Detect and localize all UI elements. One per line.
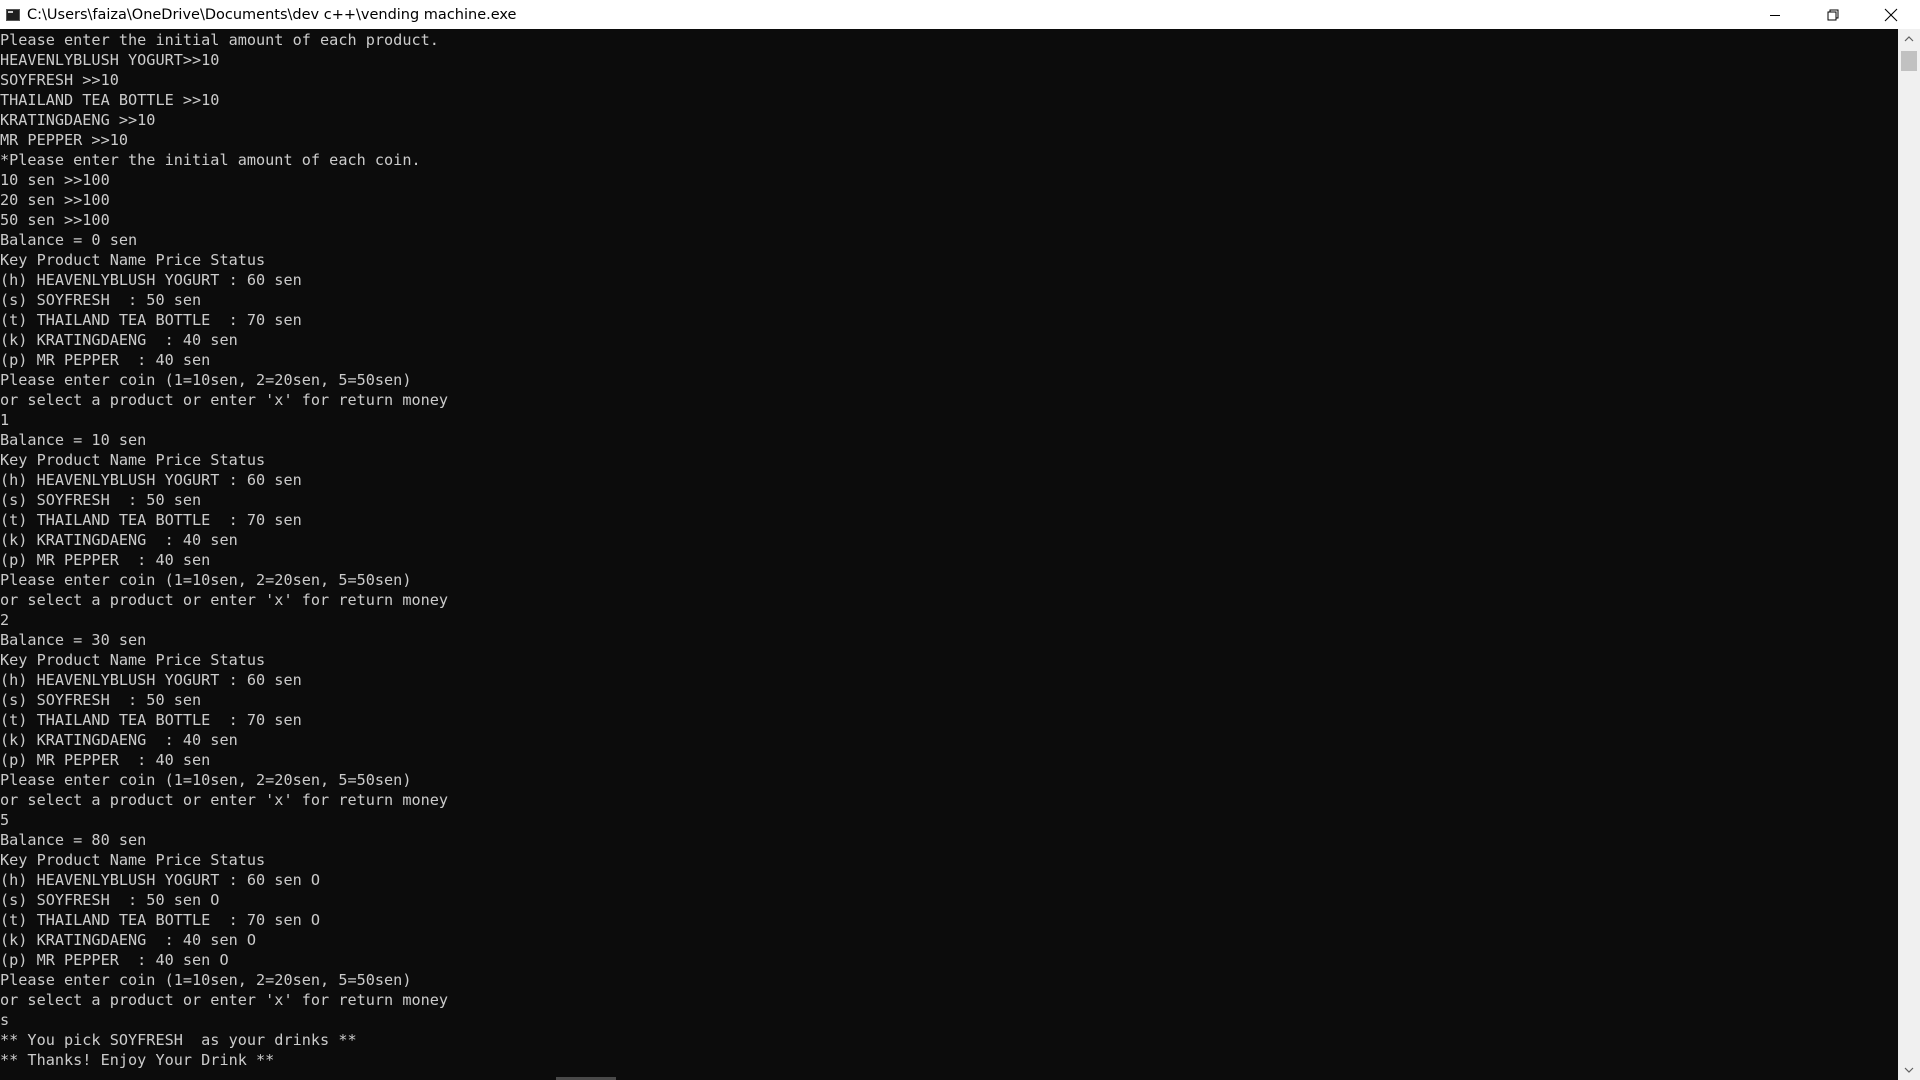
console-line: THAILAND TEA BOTTLE >>10 — [0, 91, 220, 109]
console-line: ** You pick SOYFRESH as your drinks ** — [0, 1031, 357, 1049]
restore-icon — [1827, 9, 1839, 20]
console-line: (p) MR PEPPER : 40 sen — [0, 551, 211, 569]
console-line: (k) KRATINGDAENG : 40 sen O — [0, 931, 257, 949]
console-line: ** Thanks! Enjoy Your Drink ** — [0, 1051, 275, 1069]
console-line: (t) THAILAND TEA BOTTLE : 70 sen — [0, 311, 302, 329]
console-line: 10 sen >>100 — [0, 171, 110, 189]
console-line: or select a product or enter 'x' for ret… — [0, 791, 449, 809]
console-line: 50 sen >>100 — [0, 211, 110, 229]
console-line: (s) SOYFRESH : 50 sen — [0, 691, 202, 709]
console-line: 2 — [0, 611, 10, 629]
console-line: (s) SOYFRESH : 50 sen O — [0, 891, 220, 909]
minimize-button[interactable] — [1746, 0, 1804, 29]
console-line: (h) HEAVENLYBLUSH YOGURT : 60 sen — [0, 671, 302, 689]
console-line: Please enter coin (1=10sen, 2=20sen, 5=5… — [0, 971, 412, 989]
console-line: (s) SOYFRESH : 50 sen — [0, 491, 202, 509]
console-line: SOYFRESH >>10 — [0, 71, 119, 89]
console-app-icon[interactable] — [6, 8, 20, 21]
console-line: or select a product or enter 'x' for ret… — [0, 591, 449, 609]
console-line: s — [0, 1011, 10, 1029]
console-line: Please enter coin (1=10sen, 2=20sen, 5=5… — [0, 771, 412, 789]
console-line: (h) HEAVENLYBLUSH YOGURT : 60 sen — [0, 271, 302, 289]
console-line: Balance = 30 sen — [0, 631, 147, 649]
console-output[interactable]: Please enter the initial amount of each … — [0, 29, 1898, 1080]
title-bar[interactable]: C:\Users\faiza\OneDrive\Documents\dev c+… — [0, 0, 1920, 30]
console-line: (p) MR PEPPER : 40 sen — [0, 351, 211, 369]
console-line: (t) THAILAND TEA BOTTLE : 70 sen — [0, 511, 302, 529]
restore-button[interactable] — [1804, 0, 1862, 29]
console-line: Key Product Name Price Status — [0, 851, 266, 869]
console-line: Balance = 0 sen — [0, 231, 138, 249]
scroll-up-arrow-icon — [1904, 36, 1914, 42]
console-line: Balance = 10 sen — [0, 431, 147, 449]
console-lines: Please enter the initial amount of each … — [0, 29, 1898, 1070]
console-line: (t) THAILAND TEA BOTTLE : 70 sen — [0, 711, 302, 729]
console-line: (s) SOYFRESH : 50 sen — [0, 291, 202, 309]
console-line: (k) KRATINGDAENG : 40 sen — [0, 331, 238, 349]
console-line: KRATINGDAENG >>10 — [0, 111, 156, 129]
console-line: Please enter the initial amount of each … — [0, 31, 439, 49]
console-line: (t) THAILAND TEA BOTTLE : 70 sen O — [0, 911, 321, 929]
window-title: C:\Users\faiza\OneDrive\Documents\dev c+… — [27, 6, 517, 23]
console-line: (p) MR PEPPER : 40 sen — [0, 751, 211, 769]
console-line: Please enter coin (1=10sen, 2=20sen, 5=5… — [0, 371, 412, 389]
console-line: or select a product or enter 'x' for ret… — [0, 391, 449, 409]
console-line: Key Product Name Price Status — [0, 451, 266, 469]
close-icon — [1884, 8, 1898, 21]
console-line: or select a product or enter 'x' for ret… — [0, 991, 449, 1009]
minimize-icon — [1770, 14, 1780, 16]
scroll-up-button[interactable] — [1898, 29, 1920, 49]
scroll-down-arrow-icon — [1904, 1067, 1914, 1073]
console-line: (k) KRATINGDAENG : 40 sen — [0, 531, 238, 549]
console-line: Please enter coin (1=10sen, 2=20sen, 5=5… — [0, 571, 412, 589]
console-line: Key Product Name Price Status — [0, 251, 266, 269]
console-line: 5 — [0, 811, 10, 829]
window-controls — [1746, 0, 1920, 29]
console-line: 1 — [0, 411, 10, 429]
console-line: HEAVENLYBLUSH YOGURT>>10 — [0, 51, 220, 69]
console-line: Balance = 80 sen — [0, 831, 147, 849]
console-line: 20 sen >>100 — [0, 191, 110, 209]
console-line: Key Product Name Price Status — [0, 651, 266, 669]
close-button[interactable] — [1862, 0, 1920, 29]
console-line: (p) MR PEPPER : 40 sen O — [0, 951, 229, 969]
console-line: *Please enter the initial amount of each… — [0, 151, 421, 169]
console-line: (k) KRATINGDAENG : 40 sen — [0, 731, 238, 749]
console-line: (h) HEAVENLYBLUSH YOGURT : 60 sen — [0, 471, 302, 489]
scroll-thumb[interactable] — [1901, 51, 1917, 71]
scroll-down-button[interactable] — [1898, 1060, 1920, 1080]
console-line: MR PEPPER >>10 — [0, 131, 129, 149]
vertical-scrollbar[interactable] — [1898, 29, 1920, 1080]
console-line: (h) HEAVENLYBLUSH YOGURT : 60 sen O — [0, 871, 321, 889]
